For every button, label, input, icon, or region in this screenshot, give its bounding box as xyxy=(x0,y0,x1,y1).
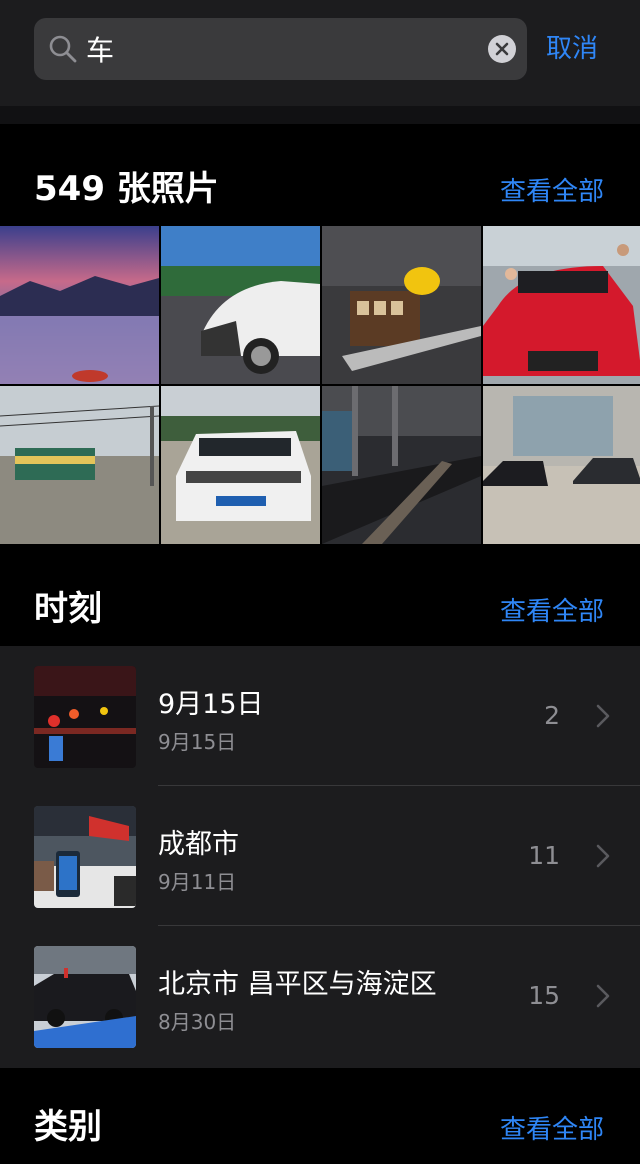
moment-row[interactable]: 成都市 9月11日 11 xyxy=(0,786,640,926)
moment-count: 11 xyxy=(528,841,560,870)
search-icon xyxy=(49,35,77,63)
moment-thumbnail xyxy=(34,806,136,908)
moments-section-header: 时刻 查看全部 xyxy=(0,546,640,646)
moment-title: 9月15日 xyxy=(158,689,264,720)
photo-thumbnail[interactable] xyxy=(0,386,159,544)
photos-section-title: 549 张照片 xyxy=(34,169,219,209)
moments-list: 9月15日 9月15日 2 成都市 9月11日 11 北京市 昌平区与海淀区 8… xyxy=(0,646,640,1068)
moment-title: 北京市 昌平区与海淀区 xyxy=(158,969,437,1000)
moments-see-all-link[interactable]: 查看全部 xyxy=(500,591,604,628)
chevron-right-icon xyxy=(596,704,610,728)
moment-count: 15 xyxy=(528,981,560,1010)
photos-see-all-link[interactable]: 查看全部 xyxy=(500,171,604,208)
header-divider xyxy=(0,106,640,124)
moment-count: 2 xyxy=(544,701,560,730)
photo-thumbnail[interactable] xyxy=(161,386,320,544)
categories-section-title: 类别 xyxy=(34,1107,102,1147)
clear-search-icon[interactable] xyxy=(488,35,516,63)
categories-see-all-link[interactable]: 查看全部 xyxy=(500,1109,604,1146)
photo-thumbnail[interactable] xyxy=(483,386,640,544)
moments-section-title: 时刻 xyxy=(34,589,102,629)
chevron-right-icon xyxy=(596,984,610,1008)
photo-thumbnail[interactable] xyxy=(0,226,159,384)
moment-thumbnail xyxy=(34,946,136,1048)
cancel-button[interactable]: 取消 xyxy=(546,28,598,65)
photos-section-header: 549 张照片 查看全部 xyxy=(0,126,640,226)
photo-thumbnail[interactable] xyxy=(322,386,481,544)
photo-thumbnail[interactable] xyxy=(322,226,481,384)
photo-grid xyxy=(0,226,640,544)
chevron-right-icon xyxy=(596,844,610,868)
moment-row[interactable]: 北京市 昌平区与海淀区 8月30日 15 xyxy=(0,926,640,1066)
moment-date: 9月11日 xyxy=(158,870,237,894)
photo-thumbnail[interactable] xyxy=(161,226,320,384)
moment-date: 9月15日 xyxy=(158,730,237,754)
moment-title: 成都市 xyxy=(158,829,239,860)
categories-section-header: 类别 查看全部 xyxy=(0,1068,640,1164)
search-input[interactable] xyxy=(86,28,466,70)
search-header: 取消 xyxy=(0,0,640,106)
moment-date: 8月30日 xyxy=(158,1010,237,1034)
search-box[interactable] xyxy=(34,18,527,80)
moment-row[interactable]: 9月15日 9月15日 2 xyxy=(0,646,640,786)
photo-thumbnail[interactable] xyxy=(483,226,640,384)
moment-thumbnail xyxy=(34,666,136,768)
